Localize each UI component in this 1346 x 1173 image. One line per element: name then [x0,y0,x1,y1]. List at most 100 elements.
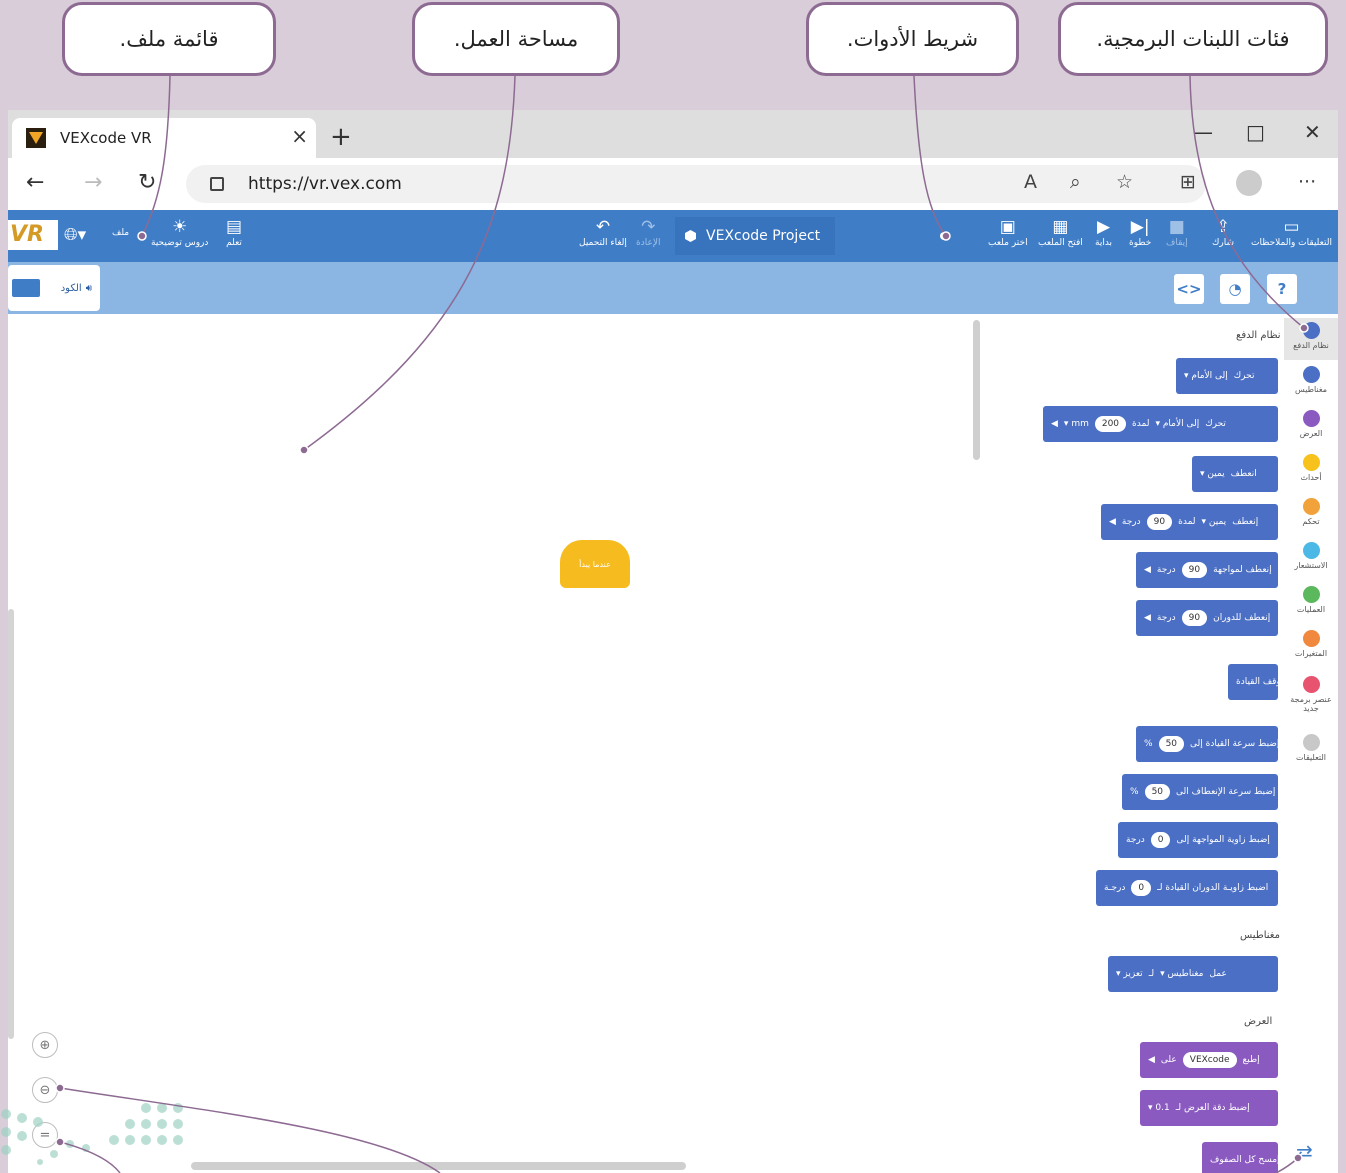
project-name-field[interactable]: VEXcode Project [675,217,835,255]
back-icon[interactable]: ← [26,170,44,195]
palette-block-print[interactable]: إطبع VEXcode على ◀ [1140,1042,1278,1078]
collapse-arrow-icon[interactable]: ◀ [1148,1055,1155,1065]
code-viewer-button[interactable]: <> [1174,274,1204,304]
print-text-input[interactable]: VEXcode [1182,1052,1237,1068]
browser-tab[interactable]: VEXcode VR × [12,118,316,158]
palette-block-clear-all-rows[interactable]: إمسح كل الصفوف [1202,1142,1280,1173]
turn-velocity-input[interactable]: 50 [1144,784,1171,800]
angle-input[interactable]: 90 [1146,514,1173,530]
workspace-scrollbar-horizontal[interactable] [191,1162,686,1170]
minimize-icon[interactable]: — [1193,120,1213,144]
extensions-icon[interactable]: ⇄ [1296,1140,1313,1164]
lock-icon [210,177,224,191]
start-button[interactable]: ▶ بداية [1095,216,1112,248]
palette-block-set-turn-velocity[interactable]: إضبط سرعة الإنعطاف الى 50 % [1122,774,1278,810]
close-tab-icon[interactable]: × [291,124,308,148]
heading-input[interactable]: 90 [1181,562,1208,578]
palette-block-set-heading[interactable]: إضبط زاوية المواجهة إلى 0 درجة [1118,822,1278,858]
palette-block-energize-magnet[interactable]: عمل مغناطيس ▾ لـ تعزيز ▾ [1108,956,1278,992]
rotation-value-input[interactable]: 0 [1131,880,1152,896]
palette-block-turn[interactable]: انعطف يمين ▾ [1192,456,1278,492]
palette-block-turn-to-rotation[interactable]: إنعطف للدوران 90 درجة ◀ [1136,600,1278,636]
magnet-dropdown[interactable]: مغناطيس ▾ [1160,969,1203,979]
drivetrain-header: نظام الدفع [1236,330,1281,341]
category-color-dot [1302,630,1320,647]
workspace-scrollbar-vertical[interactable] [8,609,14,1039]
language-globe-icon[interactable]: 🌐︎▾ [64,224,86,246]
distance-input[interactable]: 200 [1094,416,1127,432]
redo-button[interactable]: ↷ الإعادة [636,216,660,248]
vex-favicon-icon [26,128,46,148]
file-menu-button[interactable]: ملف [112,228,129,238]
category-looks[interactable]: العرض [1284,410,1338,438]
palette-block-drive[interactable]: تحرك إلى الأمام ▾ [1176,358,1278,394]
category-variables[interactable]: المتغيرات [1284,630,1338,658]
forward-icon[interactable]: → [84,170,102,195]
category-color-dot [1302,454,1320,471]
palette-block-drive-for[interactable]: تحرك إلى الأمام ▾ لمدة 200 mm ▾ ◀ [1043,406,1278,442]
more-menu-icon[interactable]: ··· [1298,171,1316,193]
collapse-arrow-icon[interactable]: ◀ [1144,613,1151,623]
velocity-input[interactable]: 50 [1158,736,1185,752]
direction-dropdown[interactable]: إلى الأمام ▾ [1184,371,1228,381]
category-drivetrain[interactable]: نظام الدفع [1284,318,1338,360]
learn-button[interactable]: ▤ تعلم [226,216,242,248]
zoom-icon[interactable]: ⌕ [1070,171,1081,193]
unit-dropdown[interactable]: mm ▾ [1064,419,1089,429]
collapse-arrow-icon[interactable]: ◀ [1051,419,1058,429]
heading-value-input[interactable]: 0 [1150,832,1171,848]
palette-block-set-rotation[interactable]: اضبط زاويـة الدوران القيادة لـ 0 درجـة [1096,870,1278,906]
undo-button[interactable]: ↶ إلغاء التحميل [579,216,627,248]
close-window-icon[interactable]: ✕ [1304,120,1321,144]
play-icon: ▶ [1096,217,1111,237]
open-playground-button[interactable]: ▦ افتح الملعب [1038,216,1083,248]
new-tab-icon[interactable]: + [330,122,352,152]
sub-toolbar: الكود 🔊︎ <> ◔ ? [8,262,1338,314]
zoom-in-icon[interactable]: ⊕ [32,1032,58,1058]
magnet-header: مغناطيس [1240,930,1280,941]
step-button[interactable]: ▶| خطوة [1129,216,1151,248]
direction-dropdown[interactable]: إلى الأمام ▾ [1155,419,1199,429]
maximize-icon[interactable]: □ [1246,120,1265,144]
tutorials-button[interactable]: ☀ دروس توضيحية [151,216,208,248]
category-magnet[interactable]: مغناطيس [1284,366,1338,394]
workspace[interactable]: عندما يبدأ ⊕ ⊖ = نظام الدفع تحرك إلى الأ… [8,314,1284,1173]
url-text: https://vr.vex.com [248,174,402,194]
palette-scrollbar[interactable] [973,320,980,460]
dashboard-button[interactable]: ◔ [1220,274,1250,304]
refresh-icon[interactable]: ↻ [138,170,156,195]
palette-block-turn-for[interactable]: إنعطف يمين ▾ لمدة 90 درجة ◀ [1101,504,1278,540]
code-tab[interactable]: الكود 🔊︎ [8,265,100,311]
palette-block-set-print-precision[interactable]: إضبط دقة العرض لـ 0.1 ▾ [1140,1090,1278,1126]
help-button[interactable]: ? [1267,274,1297,304]
collections-icon[interactable]: ⊞ [1180,171,1196,193]
select-playground-button[interactable]: ▣ اختر ملعب [988,216,1028,248]
feedback-button[interactable]: ▭ التعليقات والملاحظات [1251,216,1332,248]
turn-direction-dropdown[interactable]: يمين ▾ [1200,469,1225,479]
turn-direction-dropdown[interactable]: يمين ▾ [1202,517,1227,527]
share-button[interactable]: ⇪ شارك [1212,216,1234,248]
category-my-blocks[interactable]: عنصر برمجة جديد [1284,676,1338,713]
profile-avatar-icon[interactable] [1236,170,1262,196]
rotation-input[interactable]: 90 [1181,610,1208,626]
collapse-arrow-icon[interactable]: ◀ [1144,565,1151,575]
category-control[interactable]: تحكم [1284,498,1338,526]
palette-block-turn-to-heading[interactable]: إنعطف لمواجهة 90 درجة ◀ [1136,552,1278,588]
vr-logo: VR [8,220,58,250]
palette-block-set-drive-velocity[interactable]: إضبط سرعة القيادة إلى 50 % [1136,726,1279,762]
category-sensing[interactable]: الاستشعار [1284,542,1338,570]
palette-block-stop-driving[interactable]: أوقف القيادة [1228,664,1283,700]
monitor-icon: ▣ [999,217,1016,237]
category-events[interactable]: أحداث [1284,454,1338,482]
url-field[interactable]: https://vr.vex.com [186,165,1206,203]
read-aloud-icon[interactable]: A [1024,171,1037,193]
category-comments[interactable]: التعليقات [1284,734,1338,762]
collapse-arrow-icon[interactable]: ◀ [1109,517,1116,527]
magnet-action-dropdown[interactable]: تعزيز ▾ [1116,969,1143,979]
favorite-star-icon[interactable]: ☆ [1116,171,1133,193]
when-started-block[interactable]: عندما يبدأ [560,540,630,588]
stop-button[interactable]: ■ إيقاف [1166,216,1188,248]
category-color-dot [1302,366,1320,383]
category-operators[interactable]: العمليات [1284,586,1338,614]
precision-dropdown[interactable]: 0.1 ▾ [1148,1103,1170,1113]
